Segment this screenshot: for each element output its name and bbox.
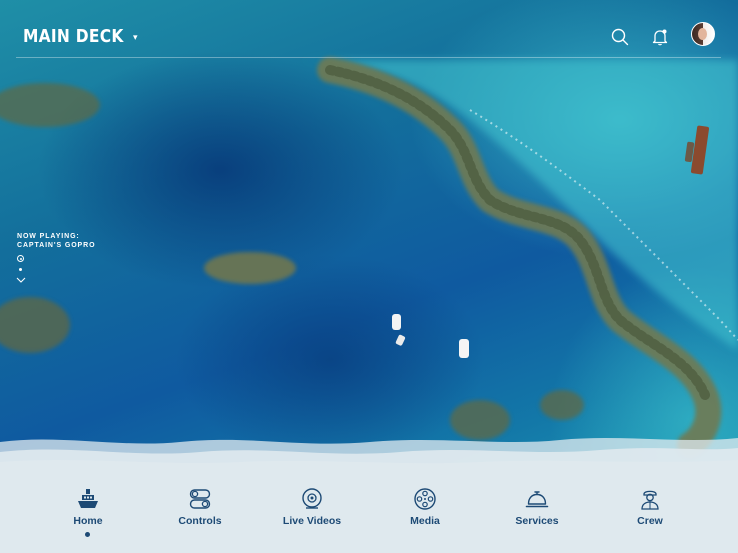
nav-label-services: Services [515, 515, 559, 527]
nav-label-home: Home [73, 515, 103, 527]
chevron-down-icon[interactable] [16, 277, 26, 283]
pager-dot[interactable] [19, 268, 22, 271]
bell-icon[interactable] [650, 27, 670, 47]
nav-item-controls[interactable]: Controls [150, 486, 250, 536]
nav-item-media[interactable]: Media [375, 486, 475, 536]
page-title: MAIN DECK [23, 26, 124, 47]
nav-label-live-videos: Live Videos [282, 515, 342, 527]
now-playing-source: CAPTAIN'S GOPRO [17, 242, 96, 249]
nav-item-live-videos[interactable]: Live Videos [262, 486, 362, 536]
active-indicator [85, 532, 90, 537]
top-header: MAIN DECK ▾ [0, 0, 738, 58]
nav-label-media: Media [410, 515, 440, 527]
camera-icon [299, 486, 325, 512]
search-icon[interactable] [610, 27, 630, 47]
toggles-icon [187, 486, 213, 512]
nav-wave-decoration [0, 438, 738, 475]
service-bell-icon [524, 486, 550, 512]
now-playing-heading: NOW PLAYING: [17, 233, 80, 240]
nav-item-crew[interactable]: Crew [600, 486, 700, 536]
header-divider [16, 57, 721, 58]
ship-icon [75, 486, 101, 512]
avatar[interactable] [691, 22, 715, 46]
pager-dot-active[interactable] [17, 255, 24, 262]
captain-icon [637, 486, 663, 512]
now-playing-label: NOW PLAYING: CAPTAIN'S GOPRO [17, 232, 95, 250]
nav-label-crew: Crew [637, 515, 663, 527]
avatar-face [698, 28, 707, 40]
nav-item-home[interactable]: Home [38, 486, 138, 536]
deck-selector[interactable]: MAIN DECK ▾ [23, 26, 138, 47]
nav-item-services[interactable]: Services [487, 486, 587, 536]
caret-down-icon: ▾ [132, 32, 138, 42]
film-reel-icon [412, 486, 438, 512]
nav-label-controls: Controls [178, 515, 222, 527]
